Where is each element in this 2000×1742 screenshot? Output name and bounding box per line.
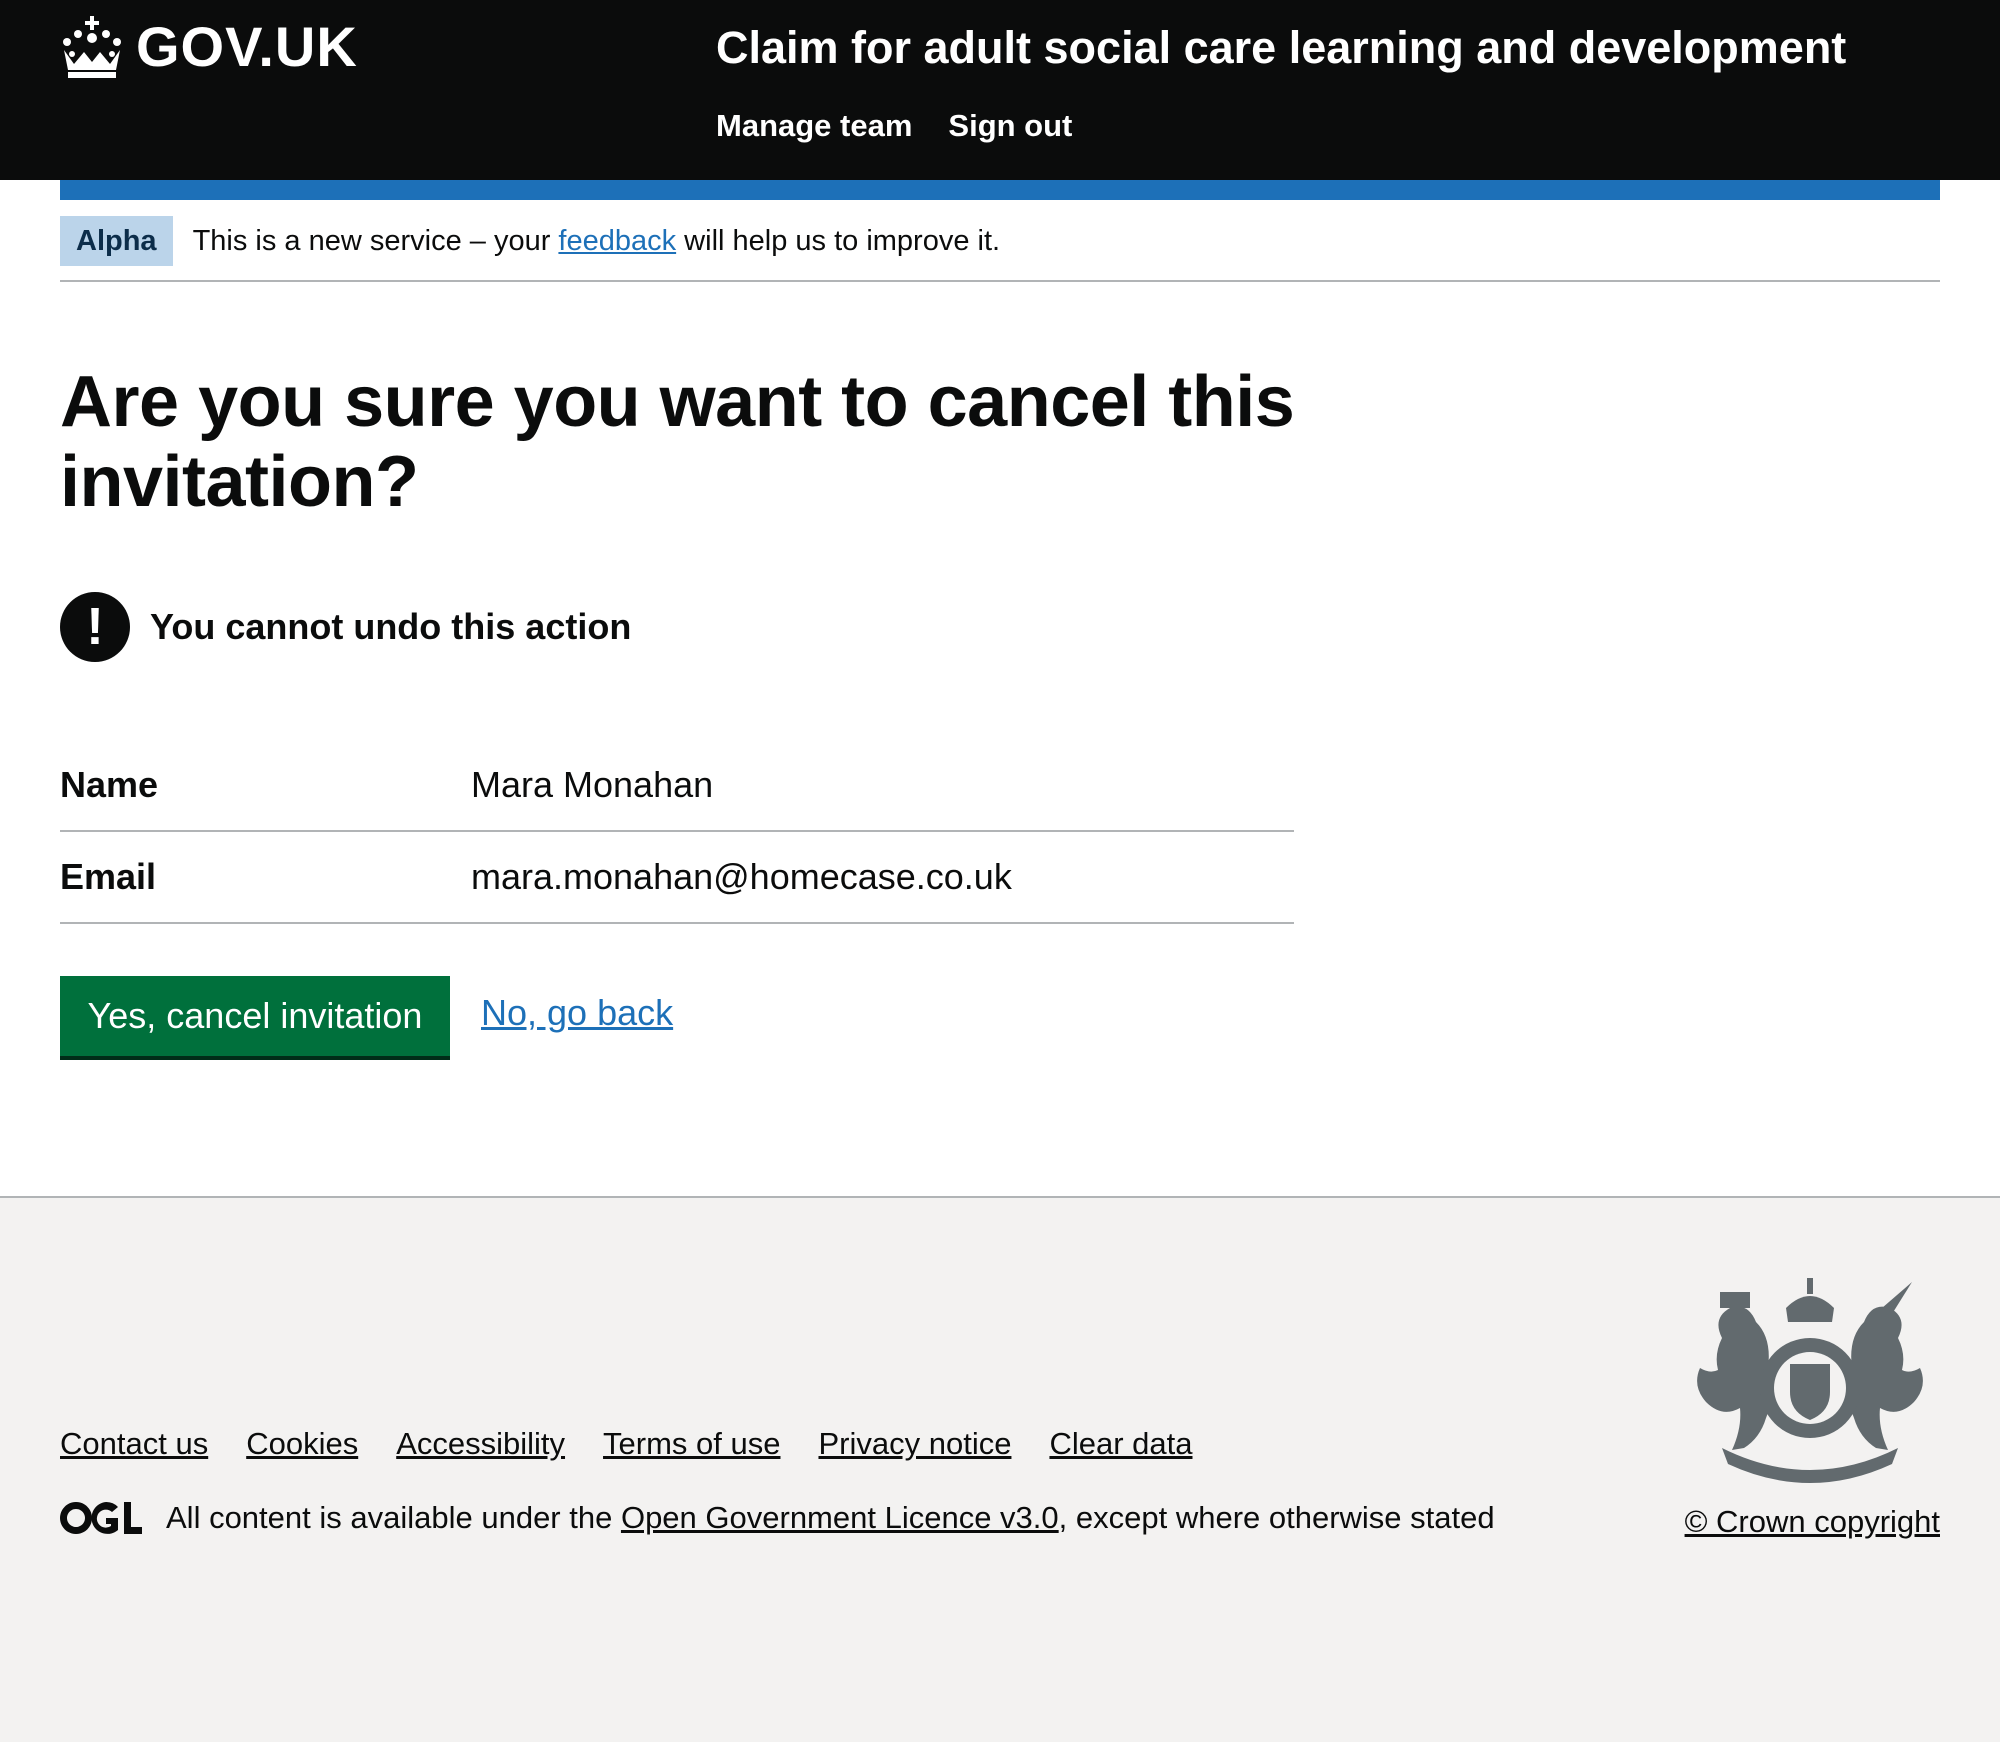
footer-link-terms-of-use[interactable]: Terms of use xyxy=(603,1426,780,1462)
royal-coat-of-arms xyxy=(1697,1278,1923,1483)
warning-text: ! You cannot undo this action xyxy=(60,592,631,662)
site-footer: Contact us Cookies Accessibility Terms o… xyxy=(0,1196,2000,1742)
nav-sign-out[interactable]: Sign out xyxy=(948,108,1072,144)
confirm-cancel-button[interactable]: Yes, cancel invitation xyxy=(60,976,450,1056)
footer-link-cookies[interactable]: Cookies xyxy=(246,1426,358,1462)
service-name[interactable]: Claim for adult social care learning and… xyxy=(716,22,1846,74)
summary-value: mara.monahan@homecase.co.uk xyxy=(471,856,1012,897)
phase-text-before: This is a new service – your xyxy=(192,225,559,257)
header-nav: Manage team Sign out xyxy=(716,108,1072,144)
summary-row-name: Name Mara Monahan xyxy=(60,740,1294,832)
feedback-link[interactable]: feedback xyxy=(558,225,676,257)
summary-value: Mara Monahan xyxy=(471,764,714,805)
footer-links: Contact us Cookies Accessibility Terms o… xyxy=(60,1426,1192,1462)
ogl-licence-link[interactable]: Open Government Licence v3.0 xyxy=(621,1500,1059,1535)
header-blue-bar xyxy=(60,180,1940,200)
footer-link-contact-us[interactable]: Contact us xyxy=(60,1426,208,1462)
summary-list: Name Mara Monahan Email mara.monahan@hom… xyxy=(60,740,1294,924)
page-title: Are you sure you want to cancel this inv… xyxy=(60,362,1295,522)
logo-text: GOV.UK xyxy=(136,15,358,78)
licence-text-after: , except where otherwise stated xyxy=(1058,1500,1495,1535)
footer-link-accessibility[interactable]: Accessibility xyxy=(396,1426,565,1462)
licence-text: All content is available under the Open … xyxy=(166,1500,1495,1536)
footer-link-privacy-notice[interactable]: Privacy notice xyxy=(818,1426,1011,1462)
summary-key: Name xyxy=(60,764,159,805)
nav-manage-team[interactable]: Manage team xyxy=(716,108,912,144)
phase-text-after: will help us to improve it. xyxy=(676,225,1001,257)
licence-text-before: All content is available under the xyxy=(166,1500,621,1535)
summary-key: Email xyxy=(60,856,157,897)
site-header: GOV.UK Claim for adult social care learn… xyxy=(0,0,2000,180)
phase-banner: Alpha This is a new service – your feedb… xyxy=(60,216,1940,282)
footer-link-clear-data[interactable]: Clear data xyxy=(1049,1426,1192,1462)
warning-icon: ! xyxy=(60,592,130,662)
crown-icon xyxy=(63,15,121,78)
phase-tag: Alpha xyxy=(60,216,173,266)
licence-statement: All content is available under the Open … xyxy=(60,1500,1495,1536)
go-back-link[interactable]: No, go back xyxy=(481,992,673,1034)
crown-copyright-link[interactable]: © Crown copyright xyxy=(1685,1504,1940,1540)
warning-message: You cannot undo this action xyxy=(150,606,632,647)
phase-text: This is a new service – your feedback wi… xyxy=(193,216,1001,266)
ogl-logo xyxy=(60,1501,142,1534)
govuk-logo-link[interactable]: GOV.UK xyxy=(60,14,358,79)
summary-row-email: Email mara.monahan@homecase.co.uk xyxy=(60,832,1294,924)
